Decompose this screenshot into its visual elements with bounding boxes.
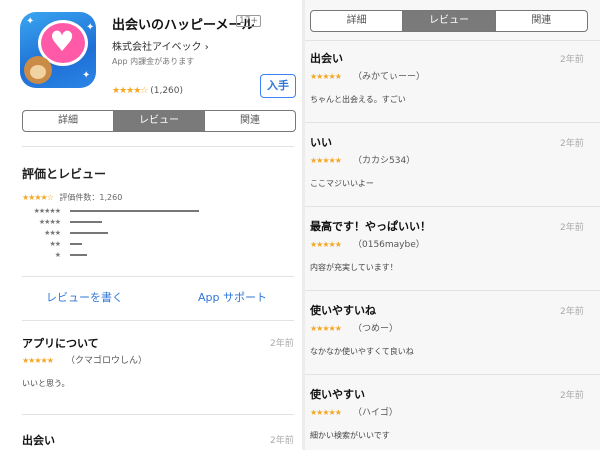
review-author: （クマゴロウしん） <box>66 356 148 366</box>
review-date: 2年前 <box>270 436 294 446</box>
review-date: 2年前 <box>560 55 584 65</box>
histogram-bar <box>70 232 108 234</box>
review-title: 出会い <box>310 52 343 65</box>
divider <box>305 122 600 123</box>
review-title: 出会い <box>22 434 55 447</box>
review-stars: ★★★★★ <box>22 356 54 365</box>
review-author: （みかてぃーー） <box>353 72 426 82</box>
review-body: いいと思う。 <box>22 379 70 388</box>
review-date: 2年前 <box>270 339 294 349</box>
review-title: 使いやすい <box>310 388 365 401</box>
review-author: （0156maybe） <box>353 240 425 250</box>
chevron-right-icon: › <box>204 42 209 53</box>
app-title: 出会いのハッピーメール <box>112 18 255 33</box>
in-app-purchase-note: App 内課金があります <box>112 57 195 66</box>
rating-stars: ★★★★☆ <box>112 86 148 96</box>
divider <box>22 414 294 415</box>
review-stars: ★★★★★ <box>310 156 342 165</box>
review-body: ここマジいいよー <box>310 179 374 188</box>
review-title: アプリについて <box>22 337 99 350</box>
review-title: 使いやすいね <box>310 304 376 317</box>
write-review-link[interactable]: レビューを書く <box>46 289 123 305</box>
app-icon: ♥ ✦ ✦ ✦ <box>20 12 96 88</box>
divider <box>22 276 294 277</box>
review-date: 2年前 <box>560 139 584 149</box>
review-author: （ハイゴ） <box>353 408 398 418</box>
review-stars: ★★★★★ <box>310 324 342 333</box>
developer-link[interactable]: 株式会社アイベック › <box>112 38 209 53</box>
divider <box>22 146 294 147</box>
segmented-control: 詳細 レビュー 関連 <box>22 110 296 132</box>
histogram-row: ★★ <box>22 239 82 249</box>
tab-reviews[interactable]: レビュー <box>114 111 205 131</box>
histogram-row: ★★★★ <box>22 217 102 227</box>
header-rating: ★★★★☆ (1,260) <box>112 86 183 96</box>
tab-details[interactable]: 詳細 <box>23 111 114 131</box>
review-stars: ★★★★★ <box>310 408 342 417</box>
review-date: 2年前 <box>560 307 584 317</box>
review-body: ちゃんと出会える。すごい <box>310 95 406 104</box>
app-detail-panel: ♥ ✦ ✦ ✦ 出会いのハッピーメール 17+ 株式会社アイベック › App … <box>0 0 305 450</box>
histogram-stars: ★★★★ <box>38 218 61 226</box>
sparkle-icon: ✦ <box>82 70 91 81</box>
histogram-bar <box>70 221 102 223</box>
histogram-bar <box>70 243 82 245</box>
divider <box>305 374 600 375</box>
summary-stars: ★★★★☆ <box>22 193 54 202</box>
review-author: （つめー） <box>353 324 399 334</box>
histogram-stars: ★★ <box>49 240 61 248</box>
tab-reviews[interactable]: レビュー <box>403 11 496 31</box>
review-body: 内容が充実しています！ <box>310 263 398 272</box>
heart-icon: ♥ <box>49 25 75 58</box>
tab-details[interactable]: 詳細 <box>311 11 404 31</box>
histogram-bar <box>70 254 87 256</box>
age-rating-badge: 17+ <box>236 15 261 27</box>
histogram-stars: ★★★★★ <box>33 207 61 215</box>
review-body: なかなか使いやすくて良いね <box>310 347 414 356</box>
rating-count: (1,260) <box>150 86 184 96</box>
histogram-bar <box>70 210 199 212</box>
reviews-panel: 詳細 レビュー 関連 出会い 2年前 ★★★★★ （みかてぃーー） ちゃんと出会える。す… <box>305 0 600 450</box>
divider <box>305 290 600 291</box>
developer-name: 株式会社アイベック <box>112 42 202 53</box>
review-date: 2年前 <box>560 223 584 233</box>
tab-related[interactable]: 関連 <box>496 11 587 31</box>
tab-related[interactable]: 関連 <box>205 111 295 131</box>
divider <box>305 40 600 41</box>
histogram-row: ★★★★★ <box>22 206 199 216</box>
review-stars: ★★★★★ <box>310 72 342 81</box>
histogram-row: ★ <box>22 250 87 260</box>
review-body: 細かい検索がいいです <box>310 431 390 440</box>
divider <box>22 320 294 321</box>
histogram-stars: ★★★ <box>44 229 61 237</box>
review-author: （カカシ534） <box>353 156 416 166</box>
review-title: いい <box>310 136 332 149</box>
ratings-section-title: 評価とレビュー <box>22 167 107 181</box>
review-date: 2年前 <box>560 391 584 401</box>
review-title: 最高です！やっぱいい！ <box>310 220 431 233</box>
histogram-row: ★★★ <box>22 228 108 238</box>
divider <box>305 206 600 207</box>
ratings-summary: ★★★★☆ 評価件数：1,260 <box>22 192 122 203</box>
summary-count: 評価件数：1,260 <box>59 193 123 202</box>
review-stars: ★★★★★ <box>310 240 342 249</box>
app-support-link[interactable]: App サポート <box>198 289 267 305</box>
segmented-control: 詳細 レビュー 関連 <box>310 10 588 32</box>
sparkle-icon: ✦ <box>26 16 35 27</box>
get-button[interactable]: 入手 <box>260 74 296 98</box>
histogram-stars: ★ <box>54 251 61 259</box>
monkey-mascot-icon <box>24 56 52 84</box>
sparkle-icon: ✦ <box>86 22 95 33</box>
